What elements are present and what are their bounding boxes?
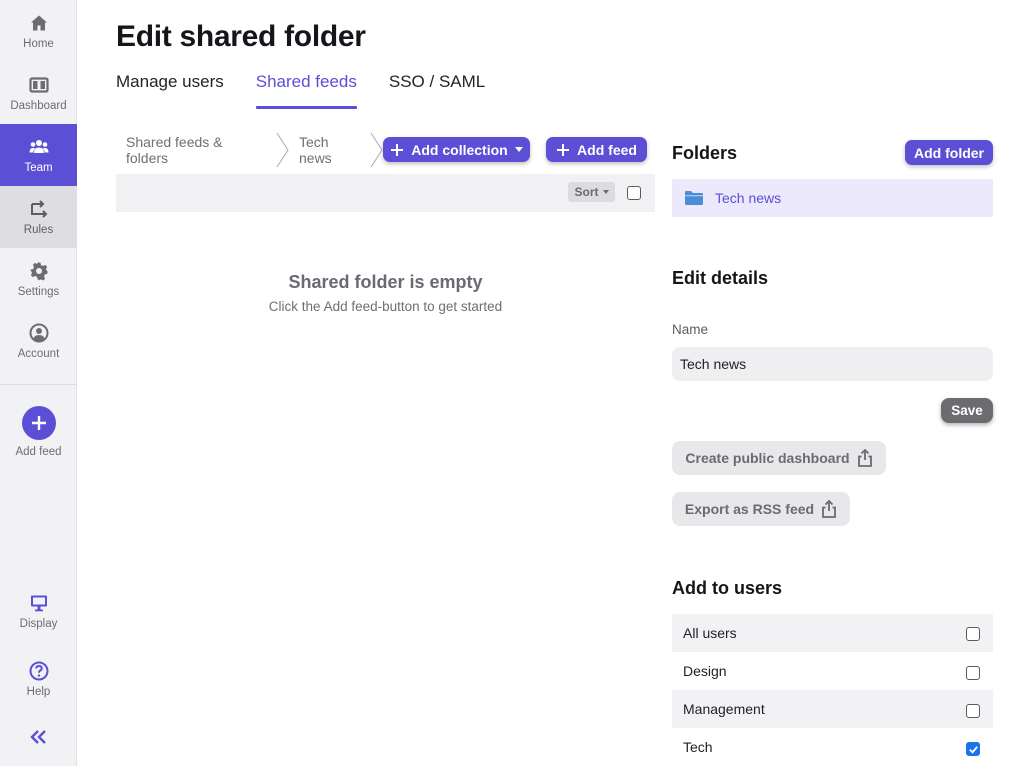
export-rss-feed-label: Export as RSS feed [684, 501, 815, 517]
share-icon [857, 449, 872, 467]
tab-shared-feeds[interactable]: Shared feeds [255, 72, 358, 109]
share-icon [822, 500, 836, 518]
add-collection-label: Add collection [411, 141, 508, 158]
user-checkbox[interactable] [966, 627, 980, 641]
name-label: Name [672, 322, 709, 337]
chevrons-left-icon [30, 730, 46, 744]
empty-state-title: Shared folder is empty [288, 272, 483, 292]
account-icon [29, 323, 48, 342]
rules-icon [30, 199, 47, 218]
edit-details-heading: Edit details [672, 268, 769, 288]
select-all-checkbox[interactable] [627, 186, 641, 200]
help-icon [29, 661, 48, 680]
sort-dropdown[interactable]: Sort [568, 182, 615, 202]
breadcrumb-separator-icon [276, 132, 289, 168]
sidebar-item-home[interactable]: Home [0, 0, 77, 62]
monitor-icon [30, 595, 47, 611]
sidebar-item-label: Add feed [15, 446, 62, 458]
sidebar-item-help[interactable]: Help [0, 648, 77, 710]
folder-item[interactable]: Tech news [672, 179, 993, 217]
user-checkbox[interactable] [966, 666, 980, 680]
add-feed-label: Add feed [577, 141, 637, 158]
sidebar-item-dashboard[interactable]: Dashboard [0, 62, 77, 124]
sidebar-item-label: Team [24, 161, 53, 174]
plus-icon [31, 416, 46, 430]
folder-icon [685, 191, 703, 205]
add-feed-circle[interactable] [21, 406, 56, 440]
breadcrumb-separator-icon [370, 132, 383, 168]
create-public-dashboard-button[interactable]: Create public dashboard [672, 441, 886, 475]
sidebar-item-display[interactable]: Display [0, 580, 77, 642]
name-input[interactable] [672, 347, 993, 381]
breadcrumb-shared-feeds-folders[interactable]: Shared feeds & folders [126, 134, 266, 166]
dashboard-icon [28, 76, 49, 93]
sidebar-item-add-feed[interactable]: Add feed [0, 398, 77, 466]
add-folder-button[interactable]: Add folder [905, 140, 993, 165]
folders-heading: Folders [672, 143, 738, 163]
user-row-tech[interactable]: Tech [672, 728, 993, 766]
sidebar-item-team[interactable]: Team [0, 124, 77, 186]
user-checkbox[interactable] [966, 742, 980, 756]
tab-sso-saml[interactable]: SSO / SAML [389, 72, 485, 109]
sidebar-item-label: Help [26, 685, 51, 698]
save-button[interactable]: Save [941, 398, 993, 423]
sidebar-item-rules[interactable]: Rules [0, 186, 77, 248]
add-feed-button[interactable]: Add feed [546, 137, 647, 162]
sidebar-item-label: Dashboard [10, 99, 67, 112]
add-folder-label: Add folder [914, 144, 984, 161]
tab-manage-users[interactable]: Manage users [116, 72, 224, 109]
breadcrumb-tech-news[interactable]: Tech news [299, 134, 354, 166]
sidebar-item-account[interactable]: Account [0, 310, 77, 372]
sidebar-item-label: Settings [17, 285, 60, 298]
user-row-all-users[interactable]: All users [672, 614, 993, 652]
checkmark-icon [968, 745, 978, 754]
chevron-down-icon [602, 190, 609, 194]
page-title: Edit shared folder [116, 20, 366, 53]
user-row-label: Management [683, 701, 765, 717]
empty-state-subtitle: Click the Add feed-button to get started [268, 299, 503, 314]
sort-label: Sort [574, 185, 599, 199]
tab-bar: Manage users Shared feeds SSO / SAML [116, 72, 517, 112]
user-row-design[interactable]: Design [672, 652, 993, 690]
sidebar-item-label: Display [19, 617, 58, 630]
plus-icon [391, 143, 404, 156]
user-checkbox[interactable] [966, 704, 980, 718]
sidebar: Home Dashboard Team Rules Settings Accou… [0, 0, 77, 766]
sidebar-item-settings[interactable]: Settings [0, 248, 77, 310]
sidebar-divider [0, 384, 77, 385]
export-rss-feed-button[interactable]: Export as RSS feed [672, 492, 850, 526]
add-to-users-heading: Add to users [672, 578, 783, 598]
user-row-label: Tech [683, 739, 713, 755]
user-row-management[interactable]: Management [672, 690, 993, 728]
folder-item-label: Tech news [715, 190, 782, 206]
sidebar-item-label: Account [17, 347, 60, 360]
home-icon [30, 15, 47, 30]
add-collection-button[interactable]: Add collection [383, 137, 530, 162]
sidebar-item-label: Home [23, 37, 54, 50]
plus-icon [557, 143, 570, 156]
create-public-dashboard-label: Create public dashboard [685, 450, 850, 466]
chevron-down-icon [514, 147, 523, 152]
gear-icon [30, 262, 47, 280]
team-icon [29, 139, 48, 153]
user-row-label: Design [683, 663, 727, 679]
user-row-label: All users [683, 625, 737, 641]
collapse-sidebar-button[interactable] [28, 728, 50, 746]
sidebar-item-label: Rules [23, 223, 54, 236]
